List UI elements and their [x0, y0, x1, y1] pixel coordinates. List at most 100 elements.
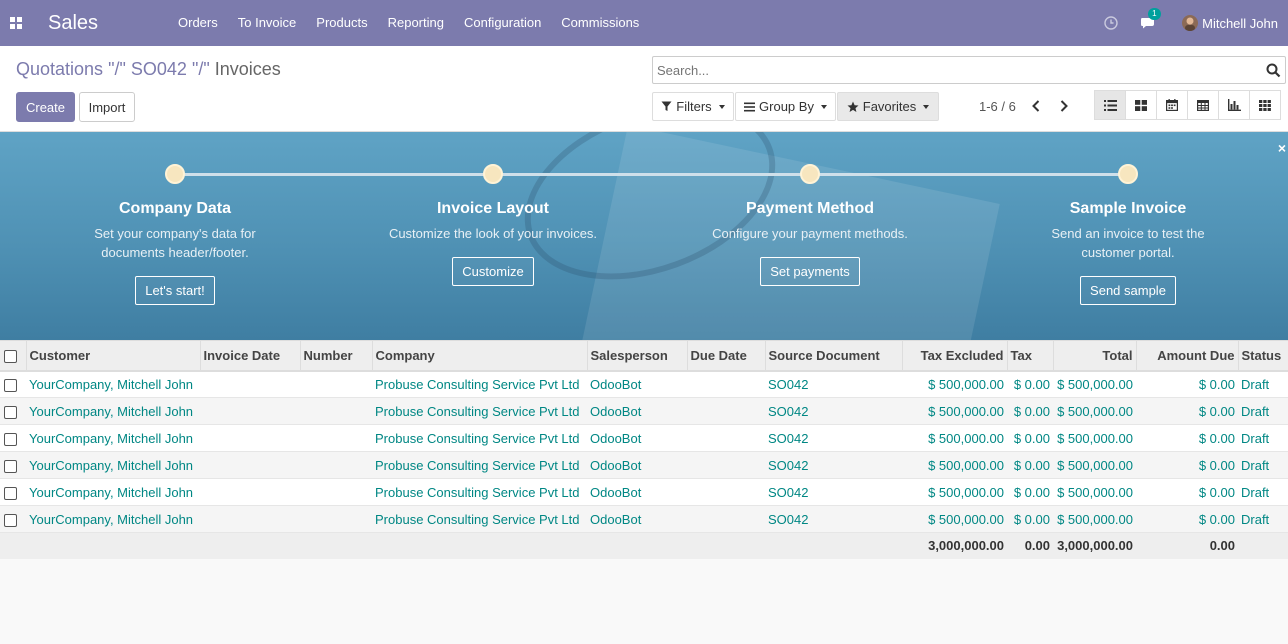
cell-customer[interactable]: YourCompany, Mitchell John: [26, 505, 200, 533]
cell-source-document[interactable]: SO042: [765, 397, 902, 425]
search-icon[interactable]: [1266, 63, 1281, 78]
cell-source-document[interactable]: SO042: [765, 505, 902, 533]
cell-company[interactable]: Probuse Consulting Service Pvt Ltd: [372, 397, 587, 425]
cell-tax-excluded[interactable]: $ 500,000.00: [902, 478, 1007, 506]
cell-amount-due[interactable]: $ 0.00: [1136, 397, 1238, 425]
cell-status[interactable]: Draft: [1238, 505, 1288, 533]
column-header-tax-excluded[interactable]: Tax Excluded: [901, 340, 1007, 372]
filters-dropdown[interactable]: Filters: [652, 92, 734, 121]
cell-company[interactable]: Probuse Consulting Service Pvt Ltd: [372, 370, 587, 398]
calendar-view-icon[interactable]: [1156, 90, 1188, 120]
cell-salesperson[interactable]: OdooBot: [587, 397, 687, 425]
table-row[interactable]: YourCompany, Mitchell John Probuse Consul…: [0, 478, 1288, 506]
favorites-dropdown[interactable]: Favorites: [837, 92, 939, 121]
app-brand[interactable]: Sales: [48, 12, 156, 35]
row-checkbox[interactable]: [4, 459, 17, 473]
breadcrumb-slash-2[interactable]: "/": [192, 59, 210, 79]
cell-tax-excluded[interactable]: $ 500,000.00: [902, 505, 1007, 533]
cell-amount-due[interactable]: $ 0.00: [1136, 478, 1238, 506]
cell-salesperson[interactable]: OdooBot: [587, 505, 687, 533]
cell-customer[interactable]: YourCompany, Mitchell John: [26, 451, 200, 479]
cell-tax[interactable]: $ 0.00: [1007, 505, 1053, 533]
cell-amount-due[interactable]: $ 0.00: [1136, 505, 1238, 533]
breadcrumb-slash-1[interactable]: "/": [108, 59, 126, 79]
column-header-customer[interactable]: Customer: [25, 340, 200, 372]
cell-source-document[interactable]: SO042: [765, 424, 902, 452]
lets-start-button[interactable]: Let's start!: [135, 276, 215, 305]
cell-source-document[interactable]: SO042: [765, 451, 902, 479]
column-header-status[interactable]: Status: [1237, 340, 1288, 372]
cell-total[interactable]: $ 500,000.00: [1053, 451, 1136, 479]
column-header-source-document[interactable]: Source Document: [764, 340, 902, 372]
table-row[interactable]: YourCompany, Mitchell John Probuse Consul…: [0, 424, 1288, 452]
kanban-view-icon[interactable]: [1125, 90, 1157, 120]
table-row[interactable]: YourCompany, Mitchell John Probuse Consul…: [0, 397, 1288, 425]
cell-invoice-date[interactable]: [200, 451, 300, 479]
row-checkbox[interactable]: [4, 513, 17, 527]
pivot-view-icon[interactable]: [1187, 90, 1219, 120]
cell-company[interactable]: Probuse Consulting Service Pvt Ltd: [372, 505, 587, 533]
group-by-dropdown[interactable]: Group By: [735, 92, 836, 121]
list-view-icon[interactable]: [1094, 90, 1126, 120]
cell-status[interactable]: Draft: [1238, 424, 1288, 452]
column-header-salesperson[interactable]: Salesperson: [586, 340, 687, 372]
select-all-checkbox[interactable]: [4, 349, 17, 363]
set-payments-button[interactable]: Set payments: [760, 257, 860, 286]
cell-tax[interactable]: $ 0.00: [1007, 397, 1053, 425]
cell-tax-excluded[interactable]: $ 500,000.00: [902, 397, 1007, 425]
user-menu[interactable]: Mitchell John: [1182, 15, 1278, 31]
table-row[interactable]: YourCompany, Mitchell John Probuse Consul…: [0, 451, 1288, 479]
cell-company[interactable]: Probuse Consulting Service Pvt Ltd: [372, 424, 587, 452]
import-button[interactable]: Import: [79, 92, 135, 122]
cell-total[interactable]: $ 500,000.00: [1053, 478, 1136, 506]
cell-salesperson[interactable]: OdooBot: [587, 451, 687, 479]
cell-customer[interactable]: YourCompany, Mitchell John: [26, 478, 200, 506]
breadcrumb-quotations[interactable]: Quotations: [16, 59, 103, 79]
cell-tax[interactable]: $ 0.00: [1007, 370, 1053, 398]
cell-total[interactable]: $ 500,000.00: [1053, 370, 1136, 398]
cell-due-date[interactable]: [687, 397, 765, 425]
cell-status[interactable]: Draft: [1238, 397, 1288, 425]
cell-tax-excluded[interactable]: $ 500,000.00: [902, 424, 1007, 452]
cell-tax-excluded[interactable]: $ 500,000.00: [902, 370, 1007, 398]
cell-due-date[interactable]: [687, 424, 765, 452]
cell-total[interactable]: $ 500,000.00: [1053, 424, 1136, 452]
cell-source-document[interactable]: SO042: [765, 478, 902, 506]
apps-menu-icon[interactable]: [0, 0, 32, 46]
cell-invoice-date[interactable]: [200, 478, 300, 506]
menu-item-orders[interactable]: Orders: [168, 0, 228, 46]
cell-due-date[interactable]: [687, 478, 765, 506]
column-header-number[interactable]: Number: [299, 340, 372, 372]
cell-due-date[interactable]: [687, 505, 765, 533]
cell-invoice-date[interactable]: [200, 370, 300, 398]
cell-company[interactable]: Probuse Consulting Service Pvt Ltd: [372, 478, 587, 506]
cell-amount-due[interactable]: $ 0.00: [1136, 370, 1238, 398]
menu-item-commissions[interactable]: Commissions: [551, 0, 649, 46]
cell-amount-due[interactable]: $ 0.00: [1136, 424, 1238, 452]
cell-invoice-date[interactable]: [200, 424, 300, 452]
column-header-due-date[interactable]: Due Date: [686, 340, 765, 372]
cell-salesperson[interactable]: OdooBot: [587, 478, 687, 506]
cell-customer[interactable]: YourCompany, Mitchell John: [26, 424, 200, 452]
cell-number[interactable]: [300, 424, 372, 452]
cell-due-date[interactable]: [687, 451, 765, 479]
cell-status[interactable]: Draft: [1238, 451, 1288, 479]
search-input[interactable]: [653, 57, 1253, 83]
send-sample-button[interactable]: Send sample: [1080, 276, 1176, 305]
cell-due-date[interactable]: [687, 370, 765, 398]
cell-tax[interactable]: $ 0.00: [1007, 451, 1053, 479]
activity-clock-icon[interactable]: [1102, 14, 1120, 32]
cell-invoice-date[interactable]: [200, 505, 300, 533]
cell-tax[interactable]: $ 0.00: [1007, 478, 1053, 506]
menu-item-configuration[interactable]: Configuration: [454, 0, 551, 46]
cell-number[interactable]: [300, 451, 372, 479]
create-button[interactable]: Create: [16, 92, 75, 122]
row-checkbox[interactable]: [4, 432, 17, 446]
table-row[interactable]: YourCompany, Mitchell John Probuse Consul…: [0, 505, 1288, 533]
column-header-total[interactable]: Total: [1052, 340, 1136, 372]
column-header-invoice-date[interactable]: Invoice Date: [199, 340, 300, 372]
menu-item-to-invoice[interactable]: To Invoice: [228, 0, 307, 46]
breadcrumb-so042[interactable]: SO042: [131, 59, 187, 79]
cell-customer[interactable]: YourCompany, Mitchell John: [26, 397, 200, 425]
menu-item-reporting[interactable]: Reporting: [378, 0, 454, 46]
